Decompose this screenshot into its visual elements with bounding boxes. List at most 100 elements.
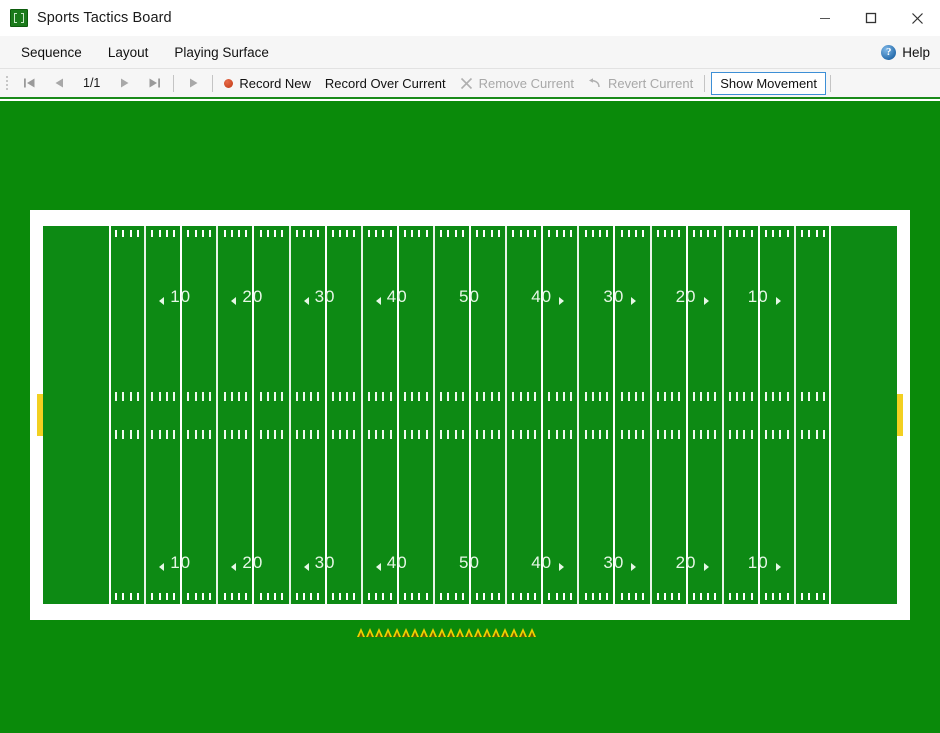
marker-triangle[interactable]	[465, 628, 473, 637]
hash-bottom	[302, 593, 305, 600]
hash-bottom	[584, 593, 587, 600]
yard-line-30	[324, 226, 327, 604]
yard-arrow-right	[631, 297, 637, 305]
hash-bottom	[223, 593, 226, 600]
marker-triangle[interactable]	[483, 628, 491, 637]
marker-triangle[interactable]	[519, 628, 527, 637]
hash-bottom	[606, 593, 609, 600]
hash-top	[642, 230, 645, 237]
help-button[interactable]: ? Help	[881, 36, 930, 69]
hash-mid-lower	[772, 430, 775, 439]
hash-top	[266, 230, 269, 237]
marker-triangle[interactable]	[456, 628, 464, 637]
yard-number-bottom: 20	[242, 553, 264, 572]
marker-triangle[interactable]	[510, 628, 518, 637]
football-field[interactable]: 10 20 30 40 50 40 30 20 10 10 20 30 40 50 40 30 20 10	[30, 210, 910, 620]
hash-top	[404, 230, 407, 237]
next-frame-icon[interactable]	[109, 71, 139, 95]
marker-triangle[interactable]	[501, 628, 509, 637]
yard-line-40	[396, 226, 399, 604]
hash-mid-upper	[808, 392, 811, 401]
marker-triangle[interactable]	[492, 628, 500, 637]
marker-triangle[interactable]	[357, 628, 365, 637]
hash-mid-upper	[194, 392, 197, 401]
marker-triangle[interactable]	[411, 628, 419, 637]
marker-triangle[interactable]	[384, 628, 392, 637]
hash-top	[548, 230, 551, 237]
hash-top	[245, 230, 248, 237]
hash-mid-upper	[483, 392, 486, 401]
hash-mid-upper	[122, 392, 125, 401]
record-new-button[interactable]: Record New	[217, 71, 318, 95]
menu-sequence[interactable]: Sequence	[10, 40, 93, 65]
field-playing-surface[interactable]: 10 20 30 40 50 40 30 20 10 10 20 30 40 50 40 30 20 10	[43, 226, 897, 604]
hash-mid-lower	[382, 430, 385, 439]
marker-triangle[interactable]	[438, 628, 446, 637]
hash-mid-upper	[714, 392, 717, 401]
hash-mid-lower	[476, 430, 479, 439]
hash-mid-lower	[353, 430, 356, 439]
hash-mid-lower	[750, 430, 753, 439]
hash-mid-lower	[786, 430, 789, 439]
hash-bottom	[353, 593, 356, 600]
record-over-current-button[interactable]: Record Over Current	[318, 71, 453, 95]
revert-arrow-icon	[588, 77, 600, 87]
marker-triangle[interactable]	[393, 628, 401, 637]
hash-mid-lower	[570, 430, 573, 439]
hash-top	[815, 230, 818, 237]
hash-mid-upper	[692, 392, 695, 401]
hash-top	[274, 230, 277, 237]
hash-bottom	[512, 593, 515, 600]
hash-top	[201, 230, 204, 237]
marker-triangle[interactable]	[474, 628, 482, 637]
show-movement-button[interactable]: Show Movement	[711, 71, 827, 95]
yard-line-50	[469, 226, 471, 604]
field-app-icon	[10, 9, 28, 27]
yard-number-top: 10	[747, 287, 769, 306]
first-frame-icon[interactable]	[14, 71, 44, 95]
yard-number-top: 40	[386, 287, 408, 306]
toolbar-grip[interactable]	[3, 73, 11, 93]
hash-mid-upper	[765, 392, 768, 401]
play-icon[interactable]	[178, 71, 208, 95]
marker-triangle[interactable]	[402, 628, 410, 637]
marker-triangle[interactable]	[528, 628, 536, 637]
marker-triangle[interactable]	[420, 628, 428, 637]
hash-top	[151, 230, 154, 237]
marker-triangle[interactable]	[447, 628, 455, 637]
hash-mid-lower	[411, 430, 414, 439]
hash-top	[750, 230, 753, 237]
marker-triangle[interactable]	[375, 628, 383, 637]
hash-top	[627, 230, 630, 237]
close-icon[interactable]	[894, 0, 940, 36]
previous-frame-icon[interactable]	[44, 71, 74, 95]
hash-mid-lower	[346, 430, 349, 439]
hash-bottom	[490, 593, 493, 600]
hash-bottom	[526, 593, 529, 600]
maximize-icon[interactable]	[848, 0, 894, 36]
marker-triangle-row[interactable]	[357, 628, 536, 637]
hash-top	[136, 230, 139, 237]
marker-triangle[interactable]	[429, 628, 437, 637]
hash-bottom	[714, 593, 717, 600]
hash-mid-upper	[230, 392, 233, 401]
hash-mid-upper	[555, 392, 558, 401]
hash-top	[418, 230, 421, 237]
hash-mid-upper	[512, 392, 515, 401]
menu-playing-surface[interactable]: Playing Surface	[163, 40, 280, 65]
tactics-canvas[interactable]: 1234567891011121314151617181920212223242…	[0, 101, 940, 733]
menu-layout[interactable]: Layout	[97, 40, 160, 65]
hash-mid-upper	[165, 392, 168, 401]
marker-triangle[interactable]	[366, 628, 374, 637]
hash-bottom	[663, 593, 666, 600]
hash-mid-lower	[440, 430, 443, 439]
hash-top	[375, 230, 378, 237]
hash-mid-lower	[425, 430, 428, 439]
hash-mid-lower	[194, 430, 197, 439]
hash-bottom	[476, 593, 479, 600]
hash-mid-lower	[201, 430, 204, 439]
last-frame-icon[interactable]	[139, 71, 169, 95]
hash-mid-upper	[728, 392, 731, 401]
minimize-icon[interactable]	[802, 0, 848, 36]
hash-bottom	[570, 593, 573, 600]
